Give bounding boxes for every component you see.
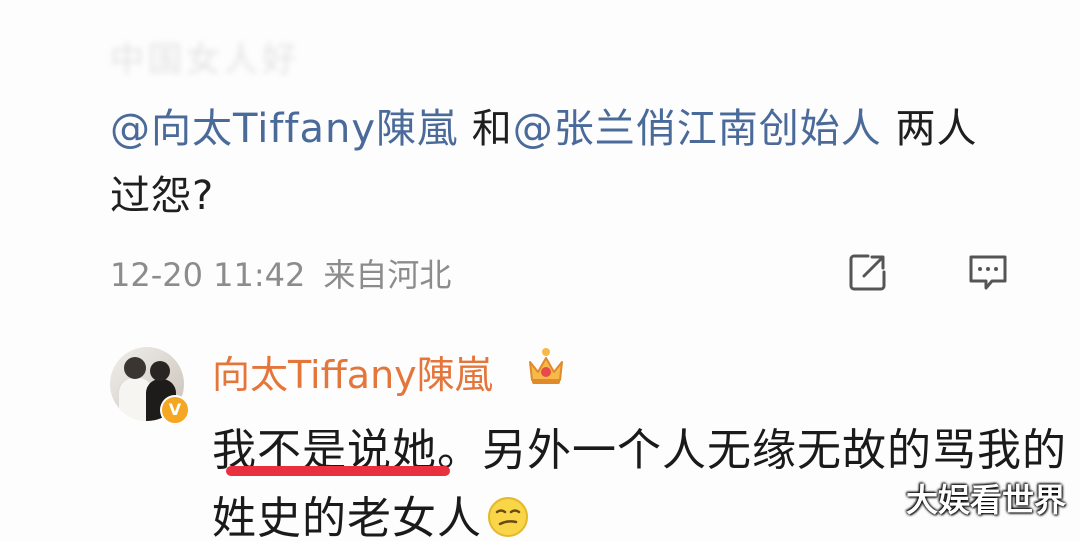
mention-link-tiffany[interactable]: @向太Tiffany陳嵐 [110, 106, 458, 152]
reply-username[interactable]: 向太Tiffany陳嵐 [212, 344, 493, 399]
smirk-emoji-icon [488, 497, 528, 537]
post-text-continued: 两人 [881, 106, 978, 152]
weibo-comment-screenshot: 中国女人好 @向太Tiffany陳嵐 和@张兰俏江南创始人 两人 过怨? 12-… [0, 0, 1080, 541]
conjunction-text: 和 [458, 106, 513, 152]
comment-icon[interactable] [966, 250, 1010, 294]
reply-text-line-2: 姓史的老女人 [212, 482, 530, 541]
post-text-line-1: @向太Tiffany陳嵐 和@张兰俏江南创始人 两人 [110, 96, 977, 154]
watermark: 大娱看世界 [905, 481, 1066, 519]
faded-top-text: 中国女人好 [110, 40, 300, 80]
mention-link-zhanglan[interactable]: @张兰俏江南创始人 [513, 106, 882, 152]
verified-v-icon: V [160, 395, 190, 425]
post-meta: 12-20 11:42 来自河北 [110, 250, 451, 296]
post-timestamp: 12-20 11:42 [110, 256, 306, 294]
reply-text-line-2-content: 姓史的老女人 [212, 493, 482, 541]
crown-badge-icon [529, 348, 563, 384]
post-text-line-2: 过怨? [110, 173, 215, 219]
post-location: 来自河北 [323, 256, 452, 294]
red-highlight-underline [226, 466, 450, 476]
share-edit-icon[interactable] [846, 250, 890, 294]
reply-text-rest: 。另外一个人无缘无故的骂我的 [437, 425, 1067, 476]
